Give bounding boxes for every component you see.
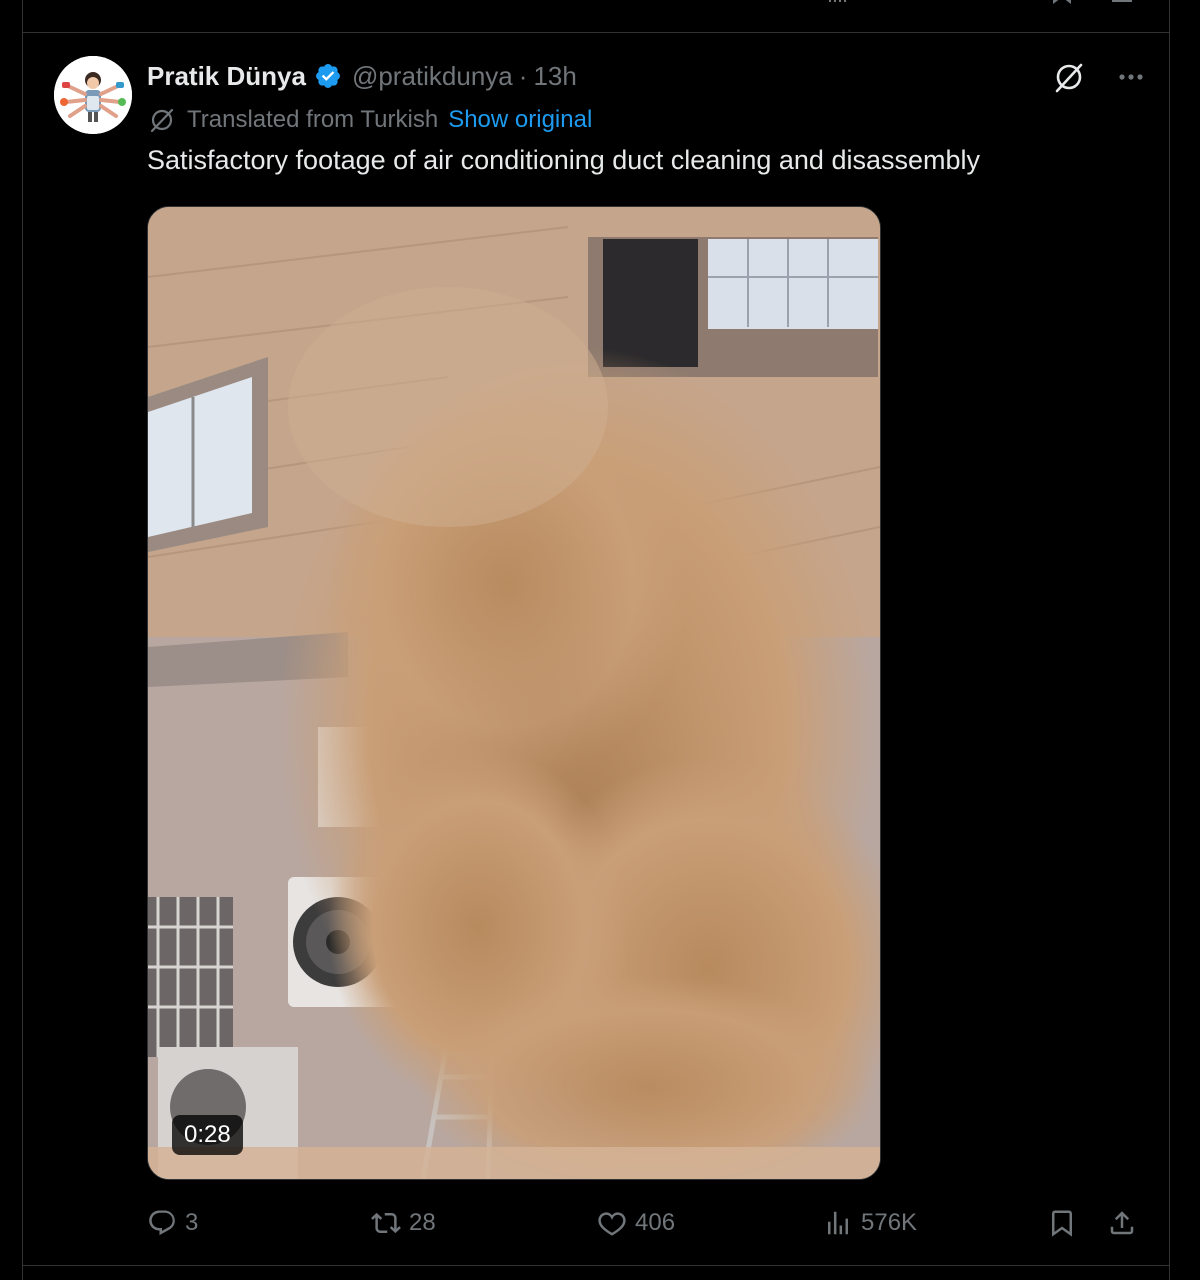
video-duration-badge: 0:28	[172, 1115, 243, 1155]
reply-button[interactable]: 3	[147, 1203, 198, 1243]
bookmark-icon	[1052, 1210, 1072, 1237]
views-chart-icon	[828, 1211, 848, 1235]
share-button[interactable]	[1107, 1203, 1137, 1243]
tweet-header: Pratik Dünya @pratikdunya · 13h	[147, 59, 577, 93]
video-player[interactable]: 0:28	[147, 206, 881, 1180]
verified-badge-icon[interactable]	[314, 62, 342, 90]
grok-icon[interactable]	[1051, 59, 1087, 95]
translation-notice: Translated from Turkish Show original	[147, 105, 592, 135]
repost-count: 28	[409, 1209, 436, 1236]
timeline-column: Pratik Dünya @pratikdunya · 13h Translat…	[22, 0, 1170, 1280]
author-handle[interactable]: @pratikdunya	[352, 61, 513, 92]
heart-icon	[598, 1212, 626, 1236]
grok-translate-icon	[150, 108, 174, 133]
translated-label: Translated from Turkish	[187, 106, 439, 133]
reply-count: 3	[185, 1209, 199, 1236]
previous-views-icon[interactable]	[827, 0, 849, 4]
share-icon	[1110, 1211, 1134, 1235]
more-options-icon[interactable]	[1113, 59, 1149, 95]
previous-bookmark-icon[interactable]	[1051, 0, 1073, 4]
header-separator: ·	[518, 60, 528, 91]
avatar[interactable]	[54, 56, 132, 134]
repost-icon	[371, 1212, 401, 1234]
views-count: 576K	[861, 1209, 918, 1236]
tweet[interactable]: Pratik Dünya @pratikdunya · 13h Translat…	[23, 33, 1169, 1266]
like-button[interactable]: 406	[597, 1203, 675, 1243]
previous-tweet-action-bar	[23, 0, 1169, 33]
reply-icon	[149, 1210, 175, 1236]
avatar-illustration	[54, 56, 132, 134]
repost-button[interactable]: 28	[371, 1203, 436, 1243]
show-original-link[interactable]: Show original	[448, 106, 592, 134]
views-button[interactable]: 576K	[823, 1203, 917, 1243]
author-display-name[interactable]: Pratik Dünya	[147, 61, 306, 92]
tweet-action-bar: 3 28 406 576K	[147, 1203, 1137, 1243]
like-count: 406	[635, 1209, 676, 1236]
tweet-text: Satisfactory footage of air conditioning…	[147, 145, 980, 175]
previous-share-icon[interactable]	[1111, 0, 1133, 4]
bookmark-button[interactable]	[1047, 1203, 1077, 1243]
tweet-timestamp[interactable]: 13h	[533, 61, 576, 92]
video-thumbnail	[148, 207, 880, 1179]
